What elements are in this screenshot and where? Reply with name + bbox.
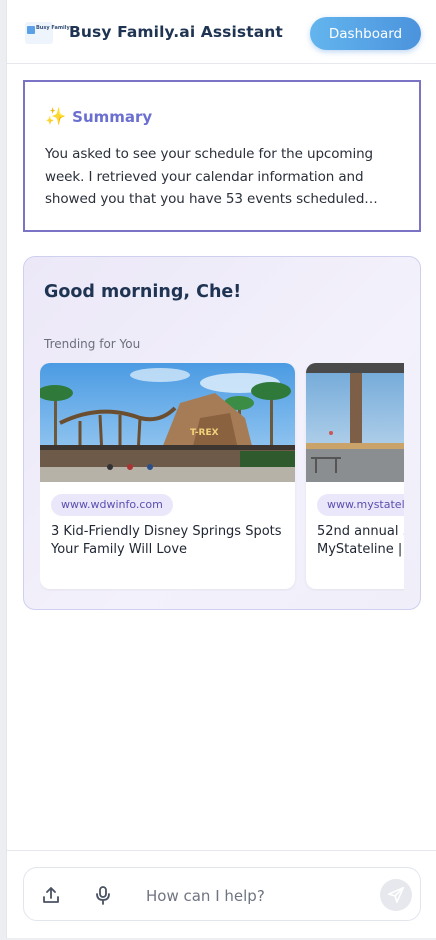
source-chip[interactable]: www.wdwinfo.com xyxy=(51,494,173,516)
trending-card[interactable]: www.mystateline.com 52nd annual ... offe… xyxy=(306,363,404,589)
fairground-pavilion-photo xyxy=(306,363,404,482)
card-title[interactable]: 52nd annual ... offers variety ... MySta… xyxy=(317,523,404,559)
send-icon xyxy=(387,886,405,904)
greeting-title: Good morning, Che! xyxy=(44,282,242,302)
summary-title: Summary xyxy=(72,108,153,126)
send-button[interactable] xyxy=(380,879,412,911)
svg-text:T-REX: T-REX xyxy=(190,428,219,438)
upload-icon[interactable] xyxy=(40,884,62,906)
source-chip[interactable]: www.mystateline.com xyxy=(317,494,404,516)
logo-text: Busy Family xyxy=(36,25,70,31)
dashboard-button[interactable]: Dashboard xyxy=(310,17,421,50)
header: Busy Family Busy Family.ai Assistant Das… xyxy=(7,0,436,64)
app-title: Busy Family.ai Assistant xyxy=(69,23,283,41)
greeting-card: Good morning, Che! Trending for You T-RE… xyxy=(23,256,421,610)
composer-area xyxy=(7,850,436,938)
summary-text: You asked to see your schedule for the u… xyxy=(45,146,378,207)
logo: Busy Family xyxy=(25,22,70,44)
microphone-icon[interactable] xyxy=(92,884,114,906)
trending-card[interactable]: T-REX www.wdwinfo.com 3 Kid-Friendly Dis… xyxy=(40,363,295,589)
trending-carousel[interactable]: T-REX www.wdwinfo.com 3 Kid-Friendly Dis… xyxy=(40,363,404,591)
t-rex-restaurant-photo: T-REX xyxy=(40,363,295,482)
summary-header: ✨ Summary xyxy=(45,108,152,126)
card-title[interactable]: 3 Kid-Friendly Disney Springs Spots Your… xyxy=(51,523,287,559)
summary-panel: ✨ Summary You asked to see your schedule… xyxy=(23,80,421,232)
chat-input[interactable] xyxy=(144,880,368,912)
composer xyxy=(23,867,421,921)
logo-mark xyxy=(27,26,35,34)
sparkles-icon: ✨ xyxy=(45,107,67,127)
trending-label: Trending for You xyxy=(44,337,141,351)
app-window: Busy Family Busy Family.ai Assistant Das… xyxy=(6,0,436,938)
